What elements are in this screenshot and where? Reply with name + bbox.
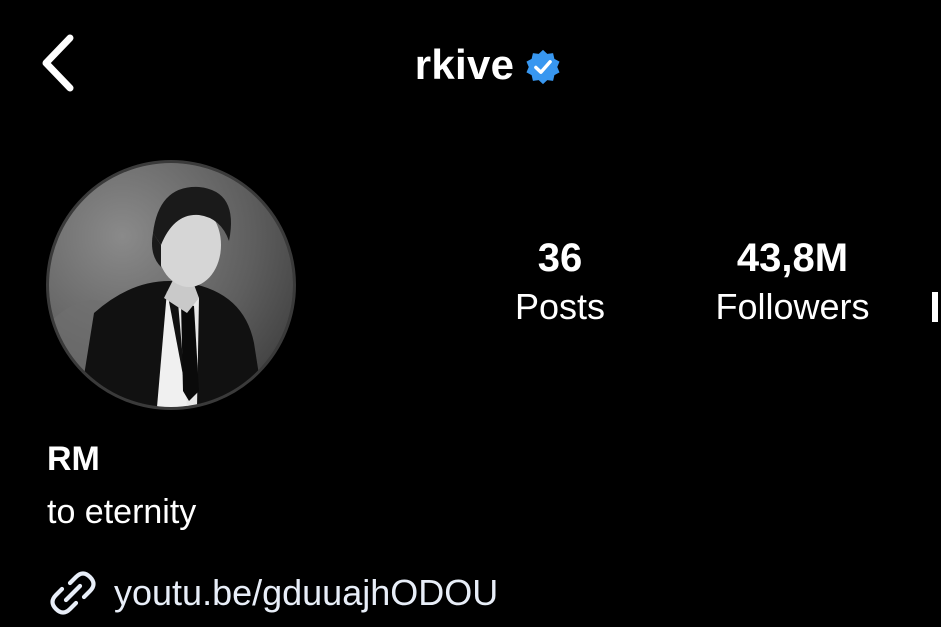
link-icon xyxy=(46,566,100,620)
followers-label: Followers xyxy=(715,286,870,327)
followers-count: 43,8M xyxy=(736,236,849,280)
profile-bio: to eternity xyxy=(47,493,197,531)
posts-count: 36 xyxy=(537,236,583,280)
username-title: rkive xyxy=(414,41,515,88)
profile-link[interactable]: youtu.be/gduuajhODOU xyxy=(46,566,498,620)
followers-stat[interactable]: 43,8M Followers xyxy=(690,232,895,330)
following-label-edge xyxy=(932,292,938,322)
avatar[interactable] xyxy=(46,160,296,410)
posts-stat[interactable]: 36 Posts xyxy=(490,232,630,330)
following-stat-partial[interactable] xyxy=(932,290,941,324)
profile-header: rkive xyxy=(0,38,941,92)
verified-badge-icon xyxy=(524,48,562,86)
link-text: youtu.be/gduuajhODOU xyxy=(114,572,499,613)
profile-name: RM xyxy=(47,440,100,478)
posts-label: Posts xyxy=(514,286,606,327)
